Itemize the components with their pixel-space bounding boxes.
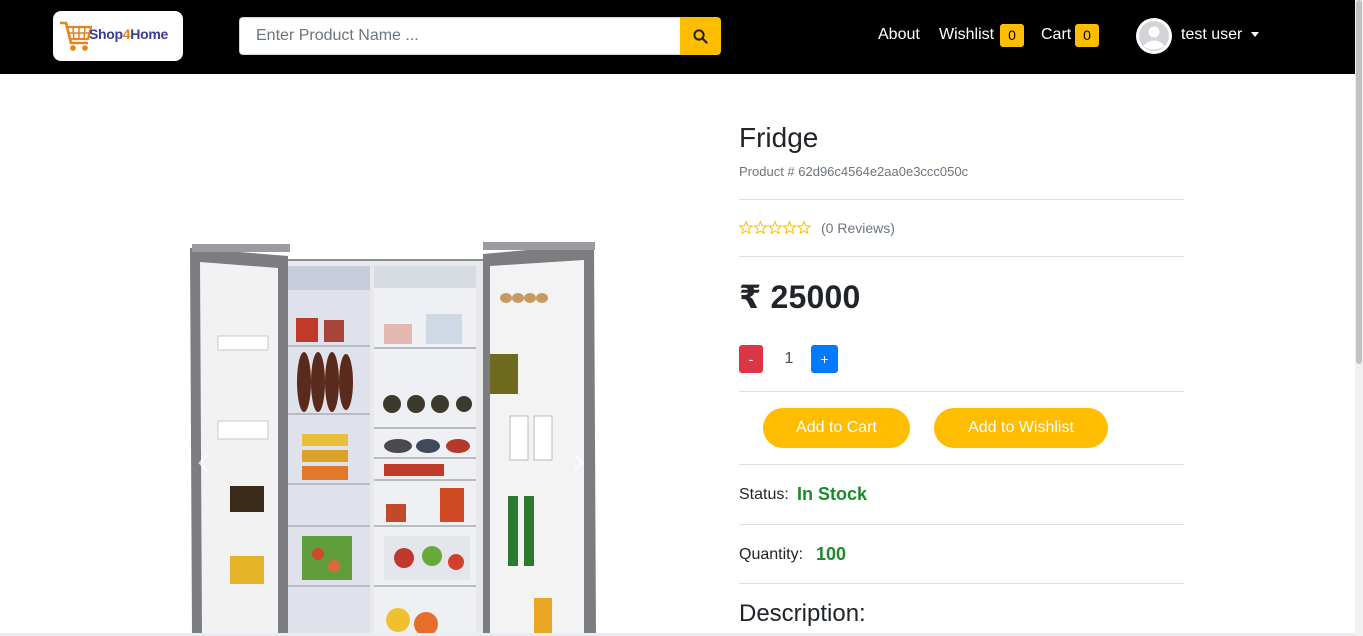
star-outline-icon: [796, 220, 812, 235]
quantity-input[interactable]: [771, 345, 807, 373]
quantity-increase-button[interactable]: +: [811, 345, 838, 373]
star-outline-icon: [767, 220, 783, 235]
divider: [739, 583, 1184, 584]
search-icon: [693, 29, 708, 44]
rating-stars: [739, 220, 812, 235]
wishlist-count-badge: 0: [1000, 24, 1024, 47]
divider: [739, 256, 1184, 257]
search-input[interactable]: [239, 17, 681, 55]
reviews-count: (0 Reviews): [821, 220, 895, 236]
scrollbar-thumb[interactable]: [1356, 0, 1362, 364]
shopping-cart-icon: [60, 21, 92, 51]
divider: [739, 391, 1184, 392]
navbar: Shop4Home About Wishlist 0 Cart 0 test u…: [0, 0, 1355, 74]
divider: [739, 199, 1184, 200]
product-title: Fridge: [739, 122, 819, 153]
divider: [739, 524, 1184, 525]
user-avatar-icon[interactable]: [1136, 18, 1172, 54]
stock-label: Quantity:: [739, 546, 804, 563]
star-outline-icon: [782, 220, 797, 235]
product-id: Product # 62d96c4564e2aa0e3ccc050c: [739, 164, 969, 179]
nav-cart-link[interactable]: Cart: [1041, 24, 1071, 46]
cart-count-badge: 0: [1075, 24, 1099, 47]
description-heading: Description:: [739, 600, 866, 627]
divider: [739, 464, 1184, 465]
search-button[interactable]: [680, 17, 721, 55]
quantity-decrease-button[interactable]: -: [739, 345, 763, 373]
product-image-carousel: [178, 236, 608, 636]
caret-down-icon[interactable]: [1251, 32, 1259, 37]
brand-name: Shop4Home: [89, 26, 168, 42]
status-label: Status:: [739, 486, 789, 503]
nav-about-link[interactable]: About: [878, 24, 920, 46]
star-outline-icon: [739, 220, 754, 235]
user-menu-toggle[interactable]: test user: [1181, 24, 1242, 46]
star-outline-icon: [753, 220, 768, 235]
brand-logo[interactable]: Shop4Home: [53, 11, 183, 61]
stock-value: 100: [816, 544, 847, 564]
product-image: [190, 242, 596, 636]
chevron-left-icon[interactable]: [196, 452, 210, 474]
add-to-cart-button[interactable]: Add to Cart: [763, 408, 910, 448]
status-value: In Stock: [797, 484, 868, 504]
chevron-right-icon[interactable]: [572, 452, 586, 474]
product-price: ₹ 25000: [739, 279, 861, 315]
nav-wishlist-link[interactable]: Wishlist: [939, 24, 994, 46]
add-to-wishlist-button[interactable]: Add to Wishlist: [934, 408, 1108, 448]
